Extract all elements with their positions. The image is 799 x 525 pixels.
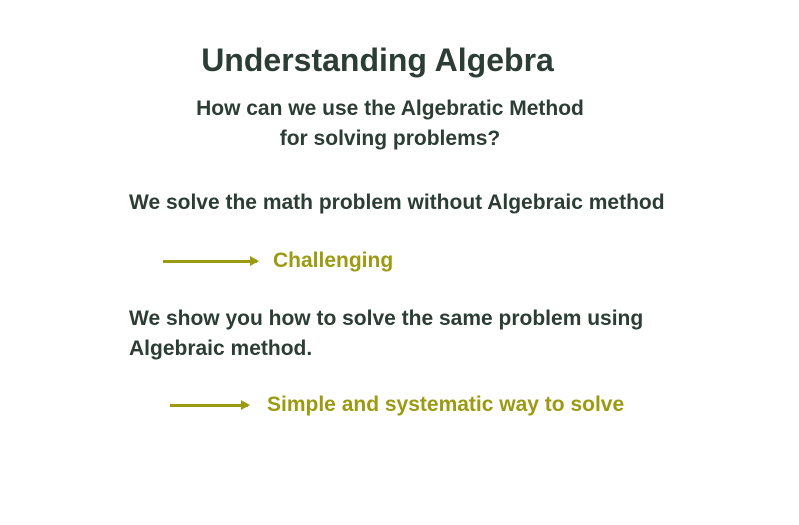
statement-without-algebra: We solve the math problem without Algebr…	[129, 191, 665, 214]
result-row-simple: Simple and systematic way to solve	[170, 390, 624, 420]
result-row-challenging: Challenging	[163, 246, 393, 276]
right-arrow-icon	[163, 255, 259, 266]
statement-with-algebra-line-1: We show you how to solve the same proble…	[129, 307, 644, 330]
page-title: Understanding Algebra	[201, 42, 554, 78]
result-simple-systematic: Simple and systematic way to solve	[267, 393, 625, 416]
subtitle: How can we use the Algebratic Method for…	[160, 94, 620, 154]
result-challenging: Challenging	[273, 249, 394, 272]
right-arrow-icon	[170, 399, 250, 410]
statement-with-algebra-line-2: Algebraic method.	[129, 337, 313, 360]
subtitle-line-2: for solving problems?	[279, 127, 501, 150]
statement-with-algebra: We show you how to solve the same proble…	[129, 304, 749, 364]
subtitle-line-1: How can we use the Algebratic Method	[196, 97, 584, 120]
